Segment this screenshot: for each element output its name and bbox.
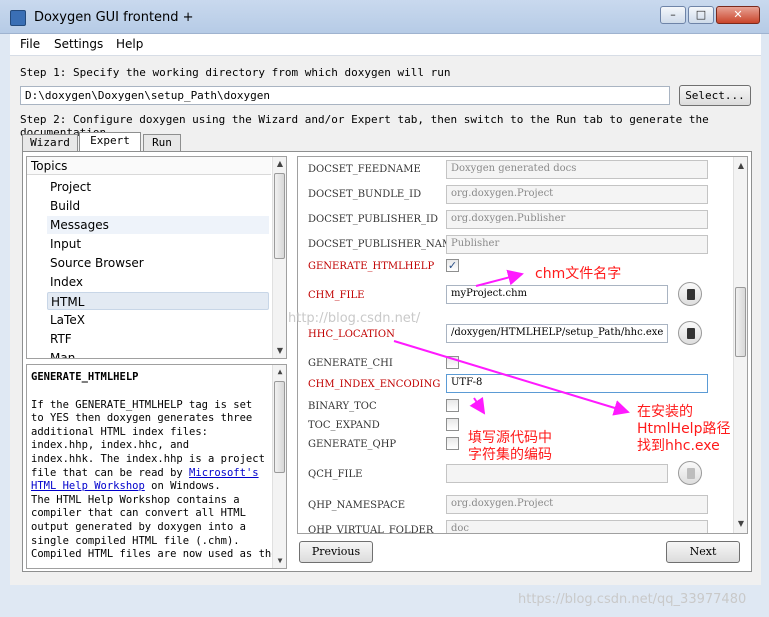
annotation-line: 填写源代码中 — [468, 430, 552, 446]
arrow-encoding — [469, 396, 486, 415]
annotation-line: 字符集的编码 — [468, 447, 552, 463]
annotation-chm: chm文件名字 — [535, 266, 622, 282]
annotation-encoding: 填写源代码中 字符集的编码 — [468, 430, 552, 464]
arrow-chm — [475, 269, 524, 287]
annotation-line: 在安装的 — [637, 404, 693, 420]
watermark-mid: http://blog.csdn.net/ — [288, 311, 421, 326]
arrow-hhc — [393, 340, 630, 416]
annotation-line: 找到hhc.exe — [637, 438, 720, 454]
annotation-line: HtmlHelp路径 — [637, 421, 731, 437]
annotation-htmlhelp: 在安装的 HtmlHelp路径 找到hhc.exe — [637, 404, 730, 455]
annotation-arrows — [393, 269, 630, 416]
watermark-bottom: https://blog.csdn.net/qq_33977480 — [518, 592, 747, 607]
